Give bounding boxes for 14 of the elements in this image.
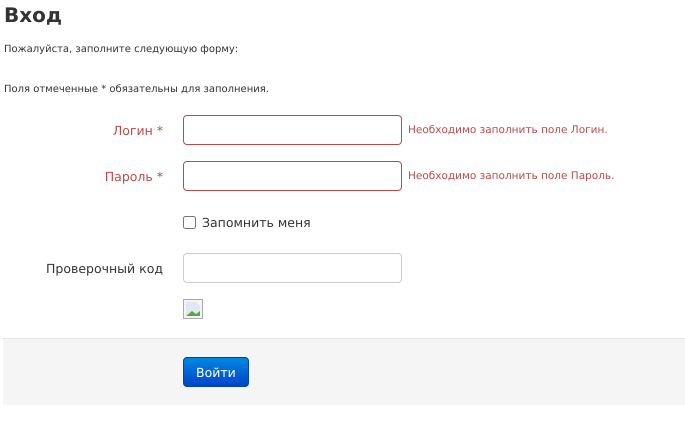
checkbox-label: Запомнить меня [202,214,311,230]
error-message: Необходимо заполнить поле Пароль. [408,170,614,182]
field-label: Пароль * [104,168,163,184]
field-label: Логин * [112,122,163,138]
page-title: Вход [4,2,64,28]
input-field[interactable] [183,115,402,145]
input-field[interactable] [183,161,402,191]
error-message: Необходимо заполнить поле Логин. [408,124,608,136]
login-button[interactable]: Войти [183,357,249,387]
field-label: Проверочный код [45,260,163,276]
broken-image-icon [183,299,203,319]
required-note: Поля отмеченные * обязательны для заполнения. [4,83,270,97]
checkbox[interactable] [183,216,196,228]
intro-text: Пожалуйста, заполните следующую форму: [4,43,240,57]
